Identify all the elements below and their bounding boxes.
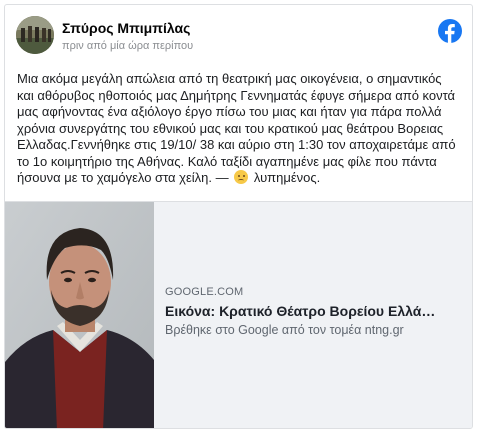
post-text: Μια ακόμα μεγάλη απώλεια από τη θεατρική… — [17, 71, 461, 187]
author-avatar[interactable] — [16, 16, 54, 54]
post-header: Σπύρος Μπιμπίλας πριν από μία ώρα περίπο… — [5, 5, 472, 63]
link-thumbnail-image[interactable] — [5, 202, 154, 428]
link-domain: GOOGLE.COM — [165, 286, 244, 298]
sad-face-emoji-icon — [234, 170, 249, 184]
link-title[interactable]: Εικόνα: Κρατικό Θέατρο Βορείου Ελλά… — [165, 303, 465, 319]
link-description: Βρέθηκε στο Google από τον τομέα ntng.gr — [165, 323, 404, 337]
author-name[interactable]: Σπύρος Μπιμπίλας — [62, 20, 190, 36]
facebook-logo-icon[interactable] — [438, 19, 462, 43]
facebook-post: Σπύρος Μπιμπίλας πριν από μία ώρα περίπο… — [4, 4, 473, 429]
post-body-text: Μια ακόμα μεγάλη απώλεια από τη θεατρική… — [17, 71, 456, 185]
feeling-label: λυπημένος. — [253, 170, 321, 185]
post-timestamp[interactable]: πριν από μία ώρα περίπου — [62, 40, 193, 52]
link-preview-card[interactable]: GOOGLE.COM Εικόνα: Κρατικό Θέατρο Βορείο… — [5, 201, 472, 428]
